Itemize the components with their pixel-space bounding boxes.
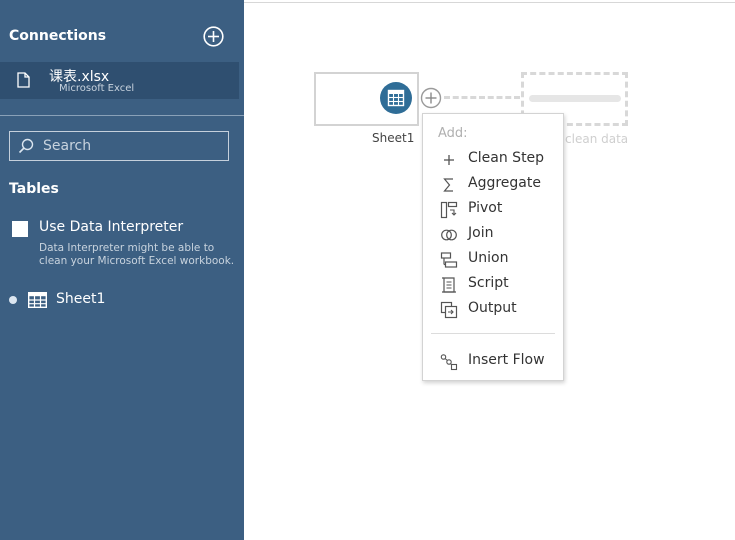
add-connection-icon[interactable] [203, 26, 224, 47]
table-in-use-dot [9, 296, 17, 304]
menu-item-label: Insert Flow [468, 352, 545, 368]
menu-item-label: Join [468, 225, 494, 241]
search-box[interactable] [9, 131, 229, 161]
tables-title: Tables [9, 181, 59, 197]
insert-flow-icon [440, 354, 458, 371]
table-item-sheet1[interactable]: Sheet1 [56, 291, 105, 307]
connections-title: Connections [9, 28, 107, 44]
data-interpreter-checkbox[interactable] [12, 221, 28, 237]
data-interpreter-help: Data Interpreter might be able to clean … [39, 242, 235, 267]
menu-item-label: Script [468, 275, 509, 291]
input-node-label: Sheet1 [372, 131, 415, 145]
add-step-icon[interactable] [420, 87, 442, 109]
output-icon [440, 301, 458, 319]
menu-item-insert-flow[interactable]: Insert Flow [423, 349, 563, 374]
input-node-badge [380, 82, 412, 114]
menu-item-script[interactable]: Script [423, 272, 563, 297]
connection-type: Microsoft Excel [59, 83, 135, 94]
table-icon [28, 292, 47, 308]
search-icon [18, 138, 34, 154]
data-interpreter-label[interactable]: Use Data Interpreter [39, 219, 183, 235]
table-icon [387, 89, 405, 107]
canvas-top-border [244, 2, 735, 3]
ghost-step-bar [529, 95, 621, 102]
menu-item-label: Pivot [468, 200, 503, 216]
plus-icon [444, 155, 454, 165]
menu-item-label: Aggregate [468, 175, 541, 191]
menu-item-aggregate[interactable]: Aggregate [423, 172, 563, 197]
script-icon [442, 277, 456, 293]
search-input[interactable] [43, 136, 223, 156]
sidebar: Connections 课表.xlsx Microsoft Excel Tabl… [0, 0, 244, 540]
sigma-icon [443, 178, 453, 192]
menu-item-label: Clean Step [468, 150, 545, 166]
menu-item-output[interactable]: Output [423, 297, 563, 322]
connection-item[interactable]: 课表.xlsx Microsoft Excel [0, 62, 239, 99]
union-icon [440, 252, 458, 268]
menu-item-union[interactable]: Union [423, 247, 563, 272]
ghost-connector [444, 96, 520, 99]
sidebar-divider [0, 115, 244, 116]
menu-separator [431, 333, 555, 334]
add-menu: Add: Clean Step Aggregate Pivot Join Uni… [422, 113, 564, 381]
menu-item-label: Output [468, 300, 517, 316]
menu-item-pivot[interactable]: Pivot [423, 197, 563, 222]
menu-item-clean-step[interactable]: Clean Step [423, 147, 563, 172]
pivot-icon [440, 201, 458, 219]
join-icon [441, 229, 457, 241]
add-menu-header: Add: [438, 126, 468, 141]
prep-window: Connections 课表.xlsx Microsoft Excel Tabl… [0, 0, 735, 540]
menu-item-join[interactable]: Join [423, 222, 563, 247]
file-icon [17, 72, 30, 88]
menu-item-label: Union [468, 250, 509, 266]
